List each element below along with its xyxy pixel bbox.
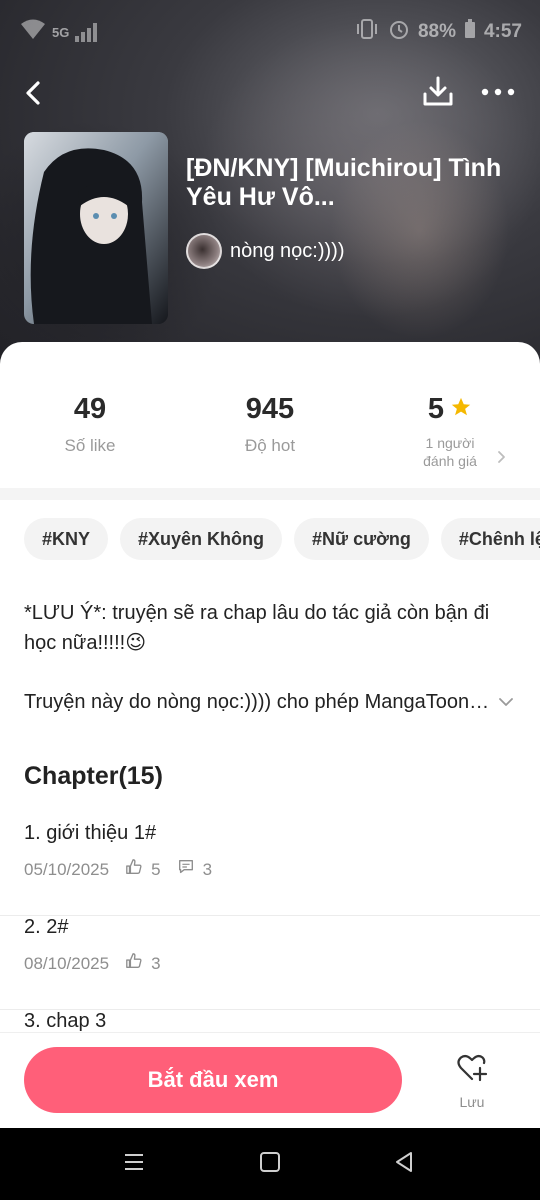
chapter-row[interactable]: 1. giới thiệu 1# 05/10/2025 5 3 — [0, 822, 540, 916]
bottom-action-bar: Bắt đầu xem Lưu — [0, 1032, 540, 1128]
thumbs-up-icon — [125, 952, 143, 975]
rating-label-line1: 1 người — [425, 435, 475, 451]
clock-time: 4:57 — [483, 21, 522, 42]
hot-label: Độ hot — [244, 436, 296, 455]
chapter-date: 05/10/2025 — [24, 859, 110, 879]
start-reading-button[interactable]: Bắt đầu xem — [24, 1047, 402, 1113]
chevron-right-icon[interactable] — [496, 448, 508, 471]
download-icon[interactable] — [420, 74, 456, 110]
chapter-title: 1. giới thiệu 1# — [24, 822, 157, 844]
rating-label: 1 người đánh giá — [360, 434, 540, 470]
save-button[interactable]: Lưu — [440, 1053, 504, 1110]
rating-value-row: 5 — [428, 393, 472, 426]
stat-likes: 49 Số like — [0, 393, 180, 456]
stat-hot: 945 Độ hot — [180, 393, 360, 456]
comment-icon — [177, 858, 195, 881]
section-divider — [0, 488, 540, 500]
star-icon — [450, 393, 472, 426]
chapter-title: 3. chap 3 — [24, 1010, 107, 1032]
likes-label: Số like — [64, 436, 116, 455]
heart-plus-icon — [456, 1054, 488, 1087]
author-row[interactable]: nòng nọc:)))) — [186, 233, 345, 269]
system-nav-bar — [0, 1128, 540, 1200]
chapter-likes: 3 — [151, 953, 161, 973]
description-note: *LƯU Ý*: truyện sẽ ra chap lâu do tác gi… — [24, 602, 490, 654]
wifi-icon — [20, 18, 46, 46]
chapter-row[interactable]: 2. 2# 08/10/2025 3 — [0, 916, 540, 1010]
tag-chip[interactable]: #Chênh lệch — [440, 518, 540, 560]
chevron-down-icon[interactable] — [496, 692, 516, 717]
tag-chip[interactable]: #Nữ cường — [294, 518, 429, 560]
cover-image[interactable] — [24, 132, 168, 324]
chapter-meta: 05/10/2025 5 3 — [24, 858, 212, 881]
back-icon[interactable] — [18, 74, 50, 112]
story-title: [ĐN/KNY] [Muichirou] Tình Yêu Hư Vô... — [186, 154, 502, 211]
stats-row: 49 Số like 945 Độ hot 5 1 người đánh giá — [0, 385, 540, 485]
top-nav — [0, 70, 540, 116]
tag-chip[interactable]: #Xuyên Không — [120, 518, 283, 560]
vibrate-icon — [354, 18, 380, 46]
home-icon[interactable] — [258, 1150, 282, 1179]
battery-icon — [464, 19, 476, 45]
cell-signal-icon — [75, 22, 98, 42]
rating-label-line2: đánh giá — [423, 453, 477, 469]
rating-value: 5 — [427, 393, 445, 425]
chapter-likes: 5 — [151, 859, 161, 879]
save-label: Lưu — [459, 1094, 485, 1110]
chapters-header: Chapter(15) — [24, 762, 163, 790]
chapter-title: 2. 2# — [24, 916, 69, 938]
author-avatar[interactable] — [186, 233, 222, 269]
description-text[interactable]: Truyện này do nòng nọc:)))) cho phép Man… — [24, 688, 494, 716]
status-bar: 5G 88% 4:57 — [0, 0, 540, 62]
hot-count: 945 — [245, 393, 295, 425]
chapter-meta: 08/10/2025 3 — [24, 952, 161, 975]
chapter-comments: 3 — [202, 859, 213, 879]
hero-blur-skin — [330, 120, 510, 340]
thumbs-up-icon — [125, 858, 143, 881]
network-type: 5G — [52, 24, 70, 40]
back-nav-icon[interactable] — [392, 1150, 416, 1179]
tag-list: #KNY #Xuyên Không #Nữ cường #Chênh lệch — [24, 518, 540, 562]
author-name[interactable]: nòng nọc:)))) — [230, 240, 345, 263]
alarm-icon — [388, 18, 410, 46]
stat-rating[interactable]: 5 1 người đánh giá — [360, 393, 540, 470]
tag-chip[interactable]: #KNY — [24, 518, 109, 560]
chapter-date: 08/10/2025 — [24, 953, 110, 973]
more-icon[interactable] — [478, 74, 518, 110]
battery-percent: 88% — [417, 21, 456, 42]
menu-icon[interactable] — [122, 1150, 146, 1179]
likes-count: 49 — [73, 393, 107, 425]
